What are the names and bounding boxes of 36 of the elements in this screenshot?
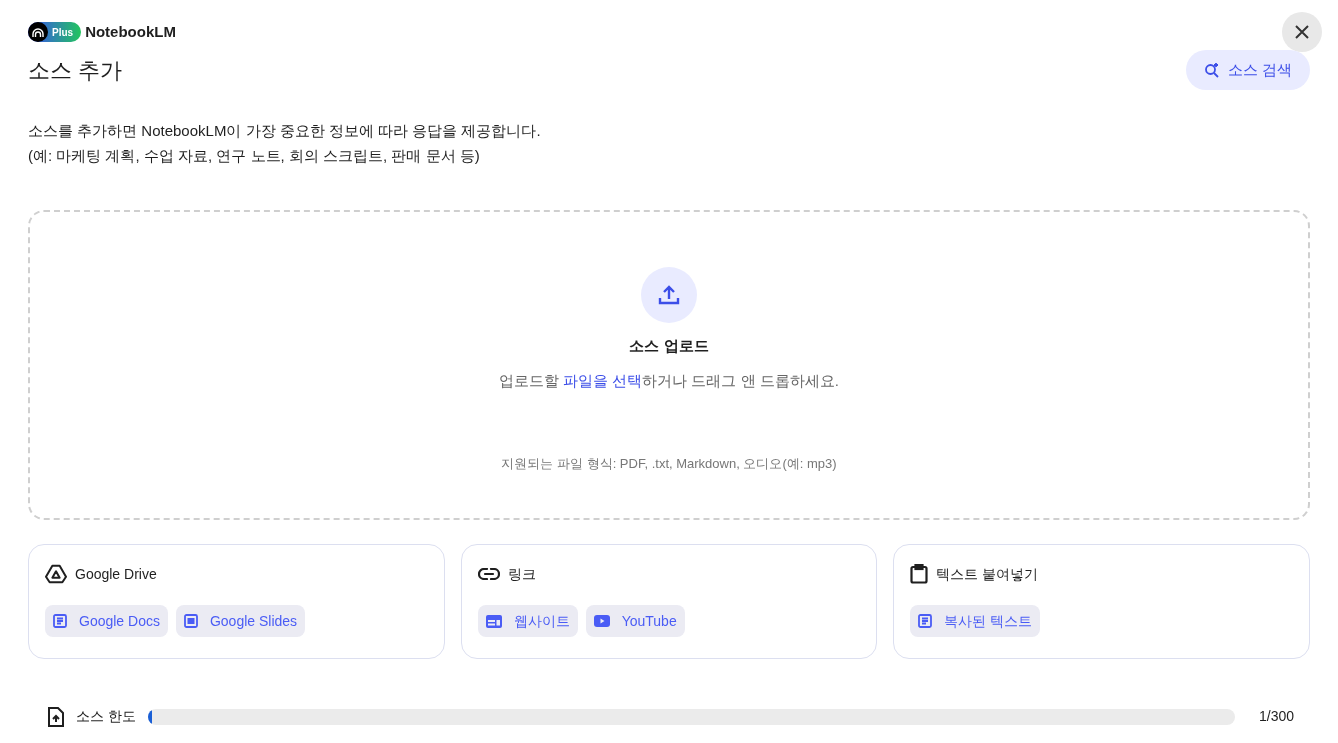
upload-icon [658,285,680,305]
card-title: Google Drive [75,564,157,584]
plan-badge-text: Plus [52,25,74,40]
source-option-chip[interactable]: 복사된 텍스트 [910,605,1041,637]
dialog-title: 소스 추가 [28,56,123,85]
source-limit-label: 소스 한도 [76,707,136,726]
document-icon [53,614,67,628]
file-upload-icon [48,706,64,727]
link-icon [477,568,500,580]
card-title: 링크 [507,564,536,584]
description-text: (예: 마케팅 계획, 수업 자료, 연구 노트, 회의 스크립트, 판매 문서 등) [28,146,481,166]
upload-instruction: 하거나 드래그 앤 드롭하세요. [642,371,839,389]
supported-formats-text: 지원되는 파일 형식: PDF, .txt, Markdown, 오디오(예: mp3) [501,455,837,473]
close-icon [1295,25,1309,39]
source-search-button[interactable]: 소스 검색 [1185,50,1310,90]
source-option-chip[interactable]: YouTube [585,605,685,637]
source-option-chip[interactable]: Google Docs [45,605,168,637]
triangle-logo-icon [45,564,67,584]
card-title: 텍스트 붙여넣기 [936,564,1039,584]
upload-title: 소스 업로드 [629,336,709,356]
close-button[interactable] [1282,12,1322,52]
source-option-chip[interactable]: Google Slides [175,605,306,637]
choose-file-link[interactable]: 파일을 선택 [563,371,643,389]
clipboard-icon [910,564,929,584]
web-page-icon [485,614,502,628]
slides-icon [183,614,198,628]
upload-dropzone[interactable]: 소스 업로드 업로드할 파일을 선택하거나 드래그 앤 드롭하세요. 지원되는 파일 형식: PDF, .txt, Markdown, 오디오(예: mp3) [28,210,1310,520]
search-sparkle-icon [1203,62,1220,78]
logo-icon [32,27,44,37]
source-option-chip[interactable]: 웹사이트 [477,605,578,637]
description-text: 소스를 추가하면 NotebookLM이 가장 중요한 정보에 따라 응답을 제공합니다. [28,121,542,141]
brand-name: NotebookLM [85,21,176,42]
upload-instruction: 업로드할 [499,371,560,389]
video-play-icon [593,615,610,627]
source-limit-count: 1/300 [1258,707,1294,726]
document-icon [918,614,933,628]
